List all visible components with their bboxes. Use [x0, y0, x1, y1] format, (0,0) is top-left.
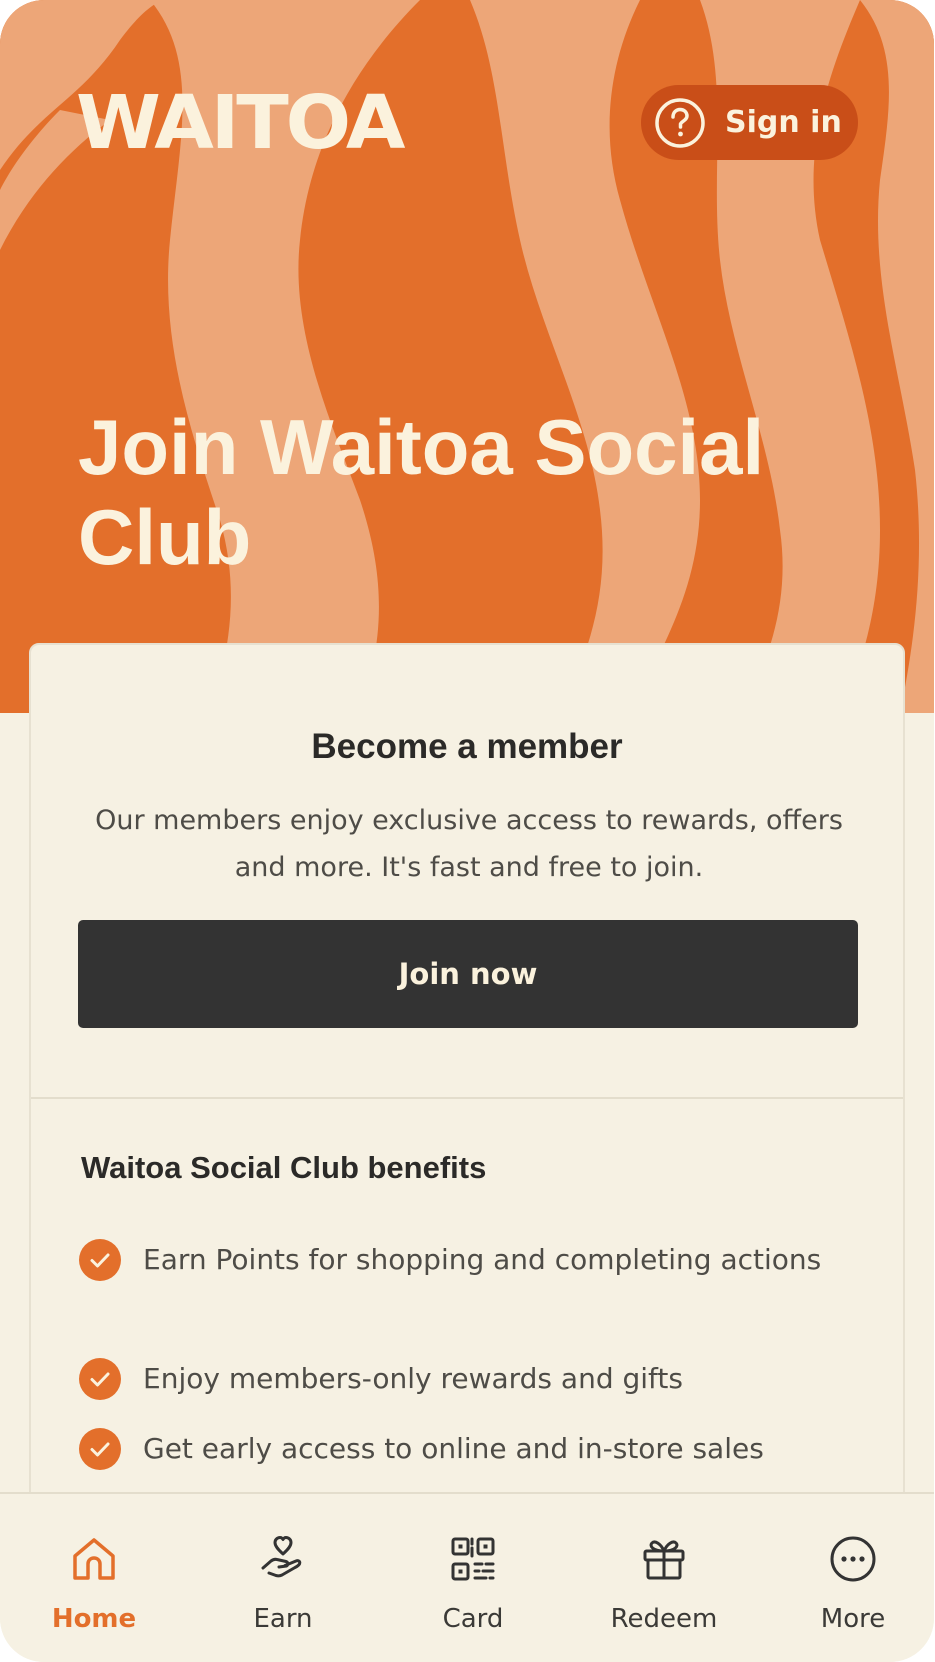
more-icon: [830, 1536, 876, 1582]
tab-earn[interactable]: Earn: [208, 1534, 358, 1644]
join-now-button[interactable]: Join now: [78, 920, 858, 1028]
tab-label: More: [820, 1604, 886, 1634]
bottom-tab-bar: Home Earn Card Redeem More: [0, 1492, 934, 1662]
tab-more[interactable]: More: [778, 1534, 928, 1644]
benefits-heading: Waitoa Social Club benefits: [81, 1150, 487, 1185]
sign-in-button[interactable]: Sign in: [641, 85, 858, 160]
tab-card[interactable]: Card: [398, 1534, 548, 1644]
tab-label: Card: [442, 1604, 504, 1634]
check-circle-icon: [79, 1428, 121, 1470]
hero-banner: WAITOA Sign in Join Waitoa Social Club: [0, 0, 934, 713]
tab-label: Redeem: [610, 1604, 718, 1634]
app-screen: WAITOA Sign in Join Waitoa Social Club B…: [0, 0, 934, 1662]
hand-heart-icon: [261, 1536, 302, 1578]
benefit-item: Enjoy members-only rewards and gifts: [79, 1356, 839, 1402]
tab-redeem[interactable]: Redeem: [589, 1534, 739, 1644]
benefit-text: Get early access to online and in-store …: [143, 1432, 764, 1465]
benefit-text: Earn Points for shopping and completing …: [143, 1243, 822, 1276]
tab-label: Earn: [253, 1604, 313, 1634]
qr-code-icon: [451, 1537, 495, 1581]
sign-in-label: Sign in: [725, 105, 842, 140]
check-circle-icon: [79, 1358, 121, 1400]
check-circle-icon: [79, 1239, 121, 1281]
membership-description: Our members enjoy exclusive access to re…: [95, 805, 843, 883]
tab-home[interactable]: Home: [19, 1534, 169, 1644]
divider: [31, 1097, 903, 1099]
home-icon: [73, 1538, 115, 1580]
join-section: Become a member Our members enjoy exclus…: [31, 645, 903, 1097]
benefit-item: Get early access to online and in-store …: [79, 1426, 839, 1472]
membership-card: Become a member Our members enjoy exclus…: [29, 643, 905, 1523]
question-circle-icon: [655, 97, 705, 148]
benefit-item: Earn Points for shopping and completing …: [79, 1237, 839, 1283]
benefit-text: Enjoy members-only rewards and gifts: [143, 1362, 683, 1395]
gift-icon: [643, 1540, 685, 1580]
page-title: Join Waitoa Social Club: [78, 403, 765, 581]
tab-label: Home: [51, 1604, 137, 1634]
brand-logo: WAITOA: [76, 80, 405, 166]
become-member-heading: Become a member: [311, 727, 623, 766]
